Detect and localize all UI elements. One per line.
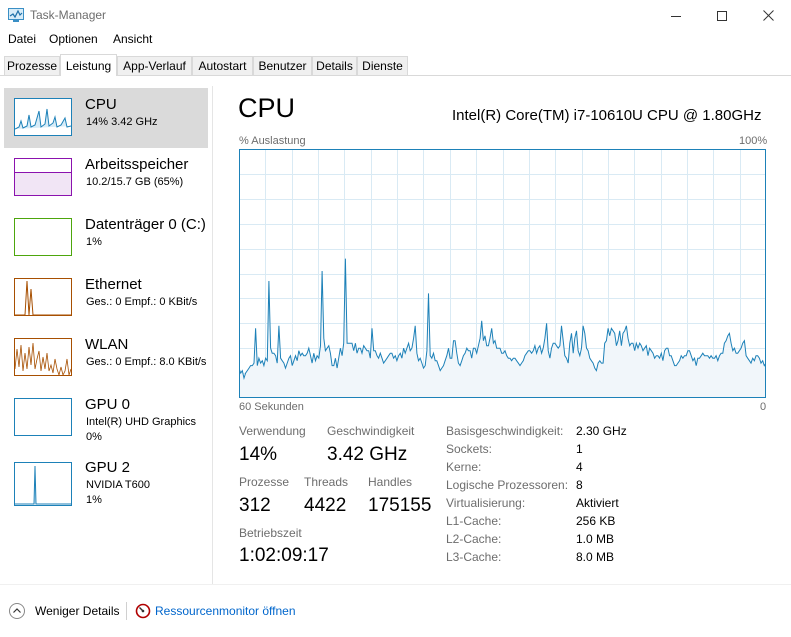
threads-label: Threads [304, 475, 349, 489]
sidebar-item-wlan[interactable]: WLAN Ges.: 0 Empf.: 8.0 KBit/s [4, 328, 208, 388]
footer-divider [0, 584, 791, 585]
sidebar-item-detail: NVIDIA T600 [86, 479, 150, 491]
tab-benutzer[interactable]: Benutzer [253, 56, 312, 75]
tab-app-verlauf[interactable]: App-Verlauf [117, 56, 192, 75]
close-button[interactable] [745, 0, 791, 31]
gpu2-thumbnail-graph [15, 465, 71, 505]
footer-separator [126, 602, 127, 620]
title-bar: Task-Manager [0, 0, 791, 31]
minimize-button[interactable] [653, 0, 699, 31]
speed-label: Geschwindigkeit [327, 424, 415, 438]
sidebar-item-name: GPU 0 [85, 396, 131, 413]
wlan-thumbnail-graph [15, 342, 71, 375]
uptime-value: 1:02:09:17 [239, 545, 329, 566]
spec-value: 8 [576, 478, 583, 492]
maximize-button[interactable] [699, 0, 745, 31]
open-resource-monitor-link[interactable]: Ressourcenmonitor öffnen [155, 604, 296, 618]
cpu-model: Intel(R) Core(TM) i7-10610U CPU @ 1.80GH… [452, 107, 762, 124]
tab-details[interactable]: Details [312, 56, 357, 75]
spec-value: 1 [576, 442, 583, 456]
spec-value: 2.30 GHz [576, 424, 627, 438]
cpu-thumbnail-graph [15, 108, 71, 130]
sidebar-item-name: GPU 2 [85, 459, 131, 476]
window-title: Task-Manager [30, 8, 107, 22]
spec-label: L3-Cache: [446, 550, 502, 564]
processes-label: Prozesse [239, 475, 290, 489]
spec-value: 4 [576, 460, 583, 474]
sidebar-item-cpu[interactable]: CPU 14% 3.42 GHz [4, 88, 208, 148]
maximize-icon [717, 10, 727, 21]
spec-label: L2-Cache: [446, 532, 502, 546]
sidebar-item-name: Arbeitsspeicher [85, 156, 189, 173]
handles-value: 175155 [368, 495, 432, 516]
usage-value: 14% [239, 444, 278, 465]
sidebar: CPU 14% 3.42 GHz Arbeitsspeicher 10.2/15… [0, 86, 212, 582]
sidebar-item-name: Datenträger 0 (C:) [85, 216, 206, 233]
sidebar-item-detail: Ges.: 0 Empf.: 0 KBit/s [86, 296, 198, 308]
spec-label: Logische Prozessoren: [446, 478, 569, 492]
page-title: CPU [238, 93, 296, 123]
memory-fill [15, 172, 71, 195]
tab-leistung[interactable]: Leistung [60, 54, 117, 76]
sidebar-item-detail: Ges.: 0 Empf.: 8.0 KBit/s [86, 356, 207, 368]
gpu0-thumbnail [14, 398, 72, 436]
menu-datei[interactable]: Datei [8, 32, 36, 46]
tab-prozesse[interactable]: Prozesse [4, 56, 60, 75]
sidebar-item-gpu-0[interactable]: GPU 0 Intel(R) UHD Graphics 0% [4, 388, 208, 448]
speed-value: 3.42 GHz [327, 444, 408, 465]
spec-value: 1.0 MB [576, 532, 615, 546]
sidebar-item-name: Ethernet [85, 276, 142, 293]
sidebar-item-detail: 14% 3.42 GHz [86, 116, 158, 128]
cpu-thumbnail [14, 98, 72, 136]
spec-label: Basisgeschwindigkeit: [446, 424, 564, 438]
gpu2-thumbnail [14, 462, 72, 506]
utilization-axis-label: % Auslastung [239, 135, 306, 147]
spec-label: L1-Cache: [446, 514, 502, 528]
menu-optionen[interactable]: Optionen [49, 32, 98, 46]
sidebar-item-disk[interactable]: Datenträger 0 (C:) 1% [4, 208, 208, 268]
time-axis-label: 60 Sekunden [239, 401, 304, 413]
spec-value: 8.0 MB [576, 550, 615, 564]
min-value-label: 0 [760, 401, 767, 413]
wlan-thumbnail [14, 338, 72, 376]
tab-bar: Prozesse Leistung App-Verlauf Autostart … [0, 54, 791, 76]
processes-value: 312 [239, 495, 271, 516]
spec-label: Virtualisierung: [446, 496, 526, 510]
disk-thumbnail [14, 218, 72, 256]
minimize-icon [671, 15, 681, 17]
sidebar-item-name: WLAN [85, 336, 129, 353]
menu-ansicht[interactable]: Ansicht [113, 32, 152, 46]
sidebar-item-detail-2: 1% [86, 494, 102, 506]
sidebar-divider [212, 86, 213, 584]
cpu-utilization-graph [239, 149, 766, 398]
usage-label: Verwendung [239, 424, 306, 438]
resource-monitor-icon [135, 603, 151, 619]
handles-label: Handles [368, 475, 413, 489]
uptime-label: Betriebszeit [239, 526, 302, 540]
max-value-label: 100% [739, 135, 768, 147]
sidebar-item-detail: Intel(R) UHD Graphics [86, 416, 197, 428]
close-icon [762, 10, 774, 21]
threads-value: 4422 [304, 495, 347, 516]
ethernet-thumbnail-graph [15, 280, 71, 315]
spec-value: 256 KB [576, 514, 616, 528]
collapse-chevron-icon[interactable] [9, 603, 25, 619]
tab-dienste[interactable]: Dienste [357, 56, 408, 75]
spec-value: Aktiviert [576, 496, 619, 510]
sidebar-item-detail: 1% [86, 236, 102, 248]
task-manager-icon [8, 8, 24, 22]
spec-label: Kerne: [446, 460, 482, 474]
spec-label: Sockets: [446, 442, 493, 456]
sidebar-item-gpu-2[interactable]: GPU 2 NVIDIA T600 1% [4, 454, 208, 514]
sidebar-item-detail: 10.2/15.7 GB (65%) [86, 176, 184, 188]
sidebar-item-memory[interactable]: Arbeitsspeicher 10.2/15.7 GB (65%) [4, 148, 208, 208]
ethernet-thumbnail [14, 278, 72, 316]
tab-autostart[interactable]: Autostart [192, 56, 253, 75]
memory-thumbnail [14, 158, 72, 196]
sidebar-item-detail-2: 0% [86, 431, 102, 443]
sidebar-item-ethernet[interactable]: Ethernet Ges.: 0 Empf.: 0 KBit/s [4, 268, 208, 328]
fewer-details-button[interactable]: Weniger Details [35, 604, 119, 618]
sidebar-item-name: CPU [85, 96, 117, 113]
